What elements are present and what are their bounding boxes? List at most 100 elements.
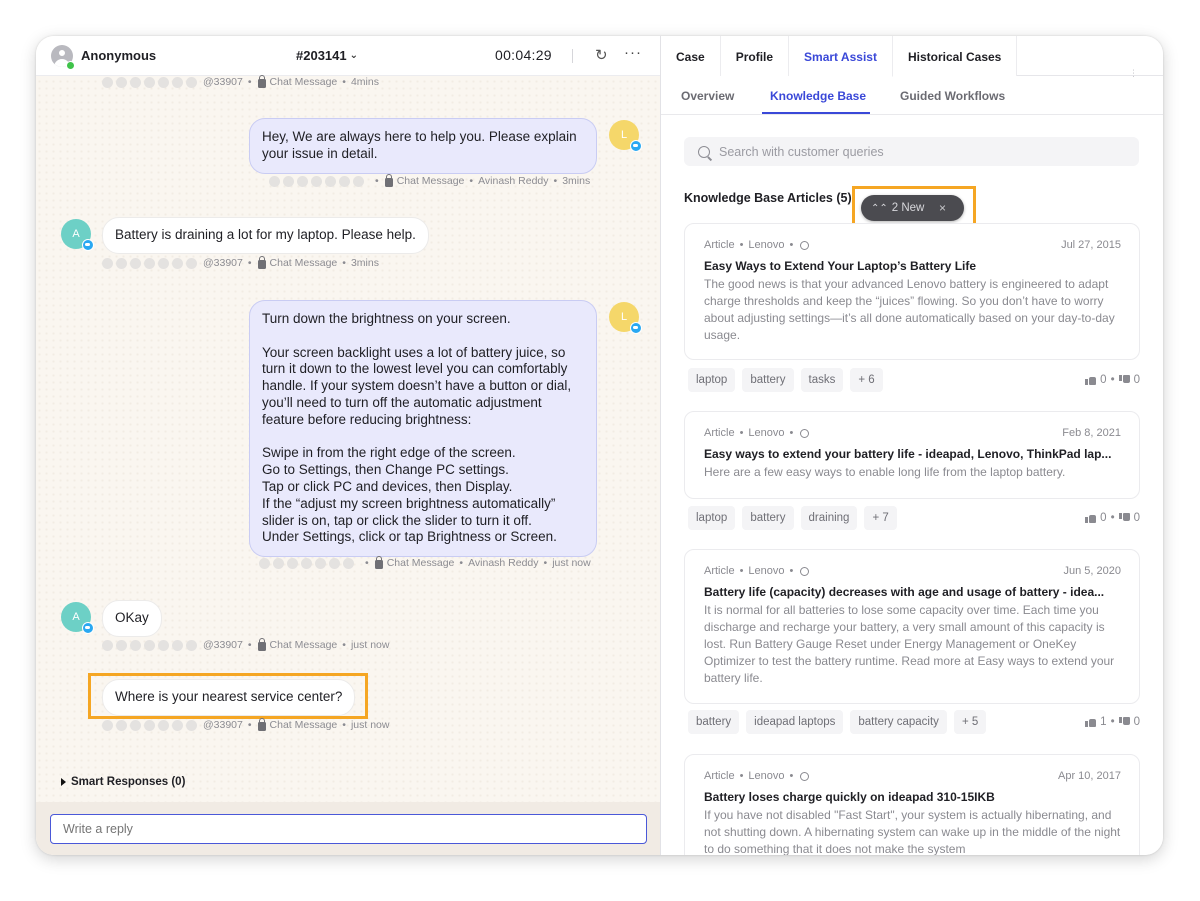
chat-channel-icon [82, 622, 94, 634]
resize-handle[interactable]: ⋮ [1129, 69, 1138, 88]
thumbs-up-icon[interactable] [1085, 375, 1097, 385]
message-meta: @33907 • Chat Message • just now [102, 637, 390, 651]
article-card[interactable]: Article • Lenovo • Jun 5, 2020 Battery lif… [684, 549, 1140, 704]
tag[interactable]: laptop [688, 506, 736, 530]
customer-avatar: A [61, 219, 94, 251]
meta-handle: @33907 [203, 639, 243, 651]
article-meta: Article • Lenovo • Apr 10, 2017 [704, 770, 1121, 782]
article-date: Jul 27, 2015 [1061, 239, 1121, 251]
tab-historical-cases[interactable]: Historical Cases [892, 36, 1018, 76]
tag[interactable]: battery [742, 506, 794, 530]
more-tags[interactable]: + 7 [864, 506, 897, 530]
redacted-dots [102, 257, 197, 269]
article-title[interactable]: Easy ways to extend your battery life - … [704, 447, 1121, 461]
customer-avatar: A [61, 602, 94, 634]
meta-time: just now [552, 557, 591, 569]
article-type: Article [704, 427, 735, 439]
active-tab-indicator [762, 112, 870, 114]
article-source: Lenovo [748, 239, 785, 251]
thumbs-down-icon[interactable] [1118, 717, 1130, 727]
globe-icon [800, 566, 810, 576]
article-title[interactable]: Easy Ways to Extend Your Laptop’s Batter… [704, 259, 1121, 273]
meta-time: 3mins [350, 257, 379, 269]
dislike-count: 0 [1133, 716, 1140, 728]
kb-search[interactable] [684, 137, 1139, 166]
tag[interactable]: battery [688, 710, 740, 734]
lock-icon [257, 637, 266, 651]
side-tabs: Case Profile Smart Assist Historical Cas… [661, 36, 1163, 77]
more-tags[interactable]: + 5 [953, 710, 987, 734]
meta-channel: Chat Message [396, 175, 465, 187]
user-name: Anonymous [81, 48, 157, 63]
meta-handle: @33907 [203, 76, 243, 88]
globe-icon [800, 771, 810, 781]
meta-time: just now [350, 639, 390, 651]
kb-search-input[interactable] [719, 144, 1119, 159]
tag[interactable]: tasks [800, 368, 844, 392]
tag[interactable]: battery [742, 368, 794, 392]
article-meta: Article • Lenovo • Feb 8, 2021 [704, 427, 1121, 439]
article-date: Jun 5, 2020 [1063, 565, 1122, 577]
meta-channel: Chat Message [269, 639, 338, 651]
dislike-count: 0 [1133, 374, 1140, 386]
meta-time: 4mins [350, 76, 379, 88]
article-date: Feb 8, 2021 [1062, 427, 1121, 439]
article-body: Here are a few easy ways to enable long … [704, 465, 1066, 479]
ticket-dropdown[interactable]: #203141 ⌄ [296, 48, 358, 63]
article-body: It is normal for all batteries to lose s… [704, 603, 1115, 685]
thumbs-up-icon[interactable] [1085, 717, 1097, 727]
subtab-knowledge-base[interactable]: Knowledge Base [770, 89, 866, 103]
agent-avatar: L [609, 302, 642, 334]
tab-smart-assist[interactable]: Smart Assist [789, 36, 893, 77]
article-card[interactable]: Article • Lenovo • Jul 27, 2015 Easy Ways … [684, 223, 1140, 360]
tag[interactable]: laptop [688, 368, 736, 392]
smart-responses-toggle[interactable]: Smart Responses (0) [61, 776, 185, 788]
subtab-overview[interactable]: Overview [681, 89, 734, 103]
globe-icon [800, 240, 810, 250]
meta-channel: Chat Message [269, 76, 338, 88]
header-divider [572, 49, 573, 63]
tab-case[interactable]: Case [661, 36, 721, 76]
reply-input[interactable] [50, 814, 647, 844]
sub-tabs: Overview Knowledge Base Guided Workflows [661, 76, 1163, 115]
search-icon [698, 145, 710, 158]
meta-time: just now [350, 719, 390, 731]
meta-author: Avinash Reddy [478, 175, 549, 187]
online-status-icon [66, 61, 75, 70]
article-title[interactable]: Battery life (capacity) decreases with a… [704, 585, 1121, 599]
like-count: 1 [1100, 716, 1107, 728]
app-window: Anonymous #203141 ⌄ 00:04:29 ↻ ··· @3390… [36, 36, 1163, 855]
more-tags[interactable]: + 6 [850, 368, 883, 392]
article-body: If you have not disabled "Fast Start", y… [704, 808, 1121, 855]
chat-channel-icon [630, 140, 642, 152]
article-meta: Article • Lenovo • Jun 5, 2020 [704, 565, 1122, 577]
article-card[interactable]: Article • Lenovo • Feb 8, 2021 Easy ways t… [684, 411, 1140, 499]
meta-handle: @33907 [203, 257, 243, 269]
tag[interactable]: battery capacity [850, 710, 947, 734]
meta-channel: Chat Message [386, 557, 455, 569]
tag[interactable]: draining [800, 506, 858, 530]
subtab-guided-workflows[interactable]: Guided Workflows [900, 89, 1005, 103]
chat-timer: 00:04:29 [495, 47, 552, 63]
tab-profile[interactable]: Profile [720, 36, 790, 76]
avatar-letter: L [620, 311, 628, 323]
article-tags: battery ideapad laptops battery capacity… [688, 710, 1140, 734]
refresh-icon[interactable]: ↻ [595, 46, 608, 64]
article-title[interactable]: Battery loses charge quickly on ideapad … [704, 790, 1121, 804]
ticket-id: #203141 [296, 48, 347, 63]
article-votes: 1 • 0 [1085, 716, 1140, 728]
redacted-dots [102, 639, 197, 651]
thumbs-down-icon[interactable] [1118, 513, 1130, 523]
agent-message: Hey, We are always here to help you. Ple… [249, 118, 597, 174]
article-card[interactable]: Article • Lenovo • Apr 10, 2017 Battery lo… [684, 754, 1140, 855]
meta-time: 3mins [562, 175, 591, 187]
tag[interactable]: ideapad laptops [746, 710, 844, 734]
article-date: Apr 10, 2017 [1058, 770, 1121, 782]
dislike-count: 0 [1133, 512, 1140, 524]
thumbs-up-icon[interactable] [1085, 513, 1097, 523]
more-options-icon[interactable]: ··· [624, 44, 642, 61]
thumbs-down-icon[interactable] [1118, 375, 1130, 385]
article-type: Article [704, 565, 735, 577]
lock-icon [257, 74, 266, 88]
article-votes: 0 • 0 [1085, 374, 1140, 386]
